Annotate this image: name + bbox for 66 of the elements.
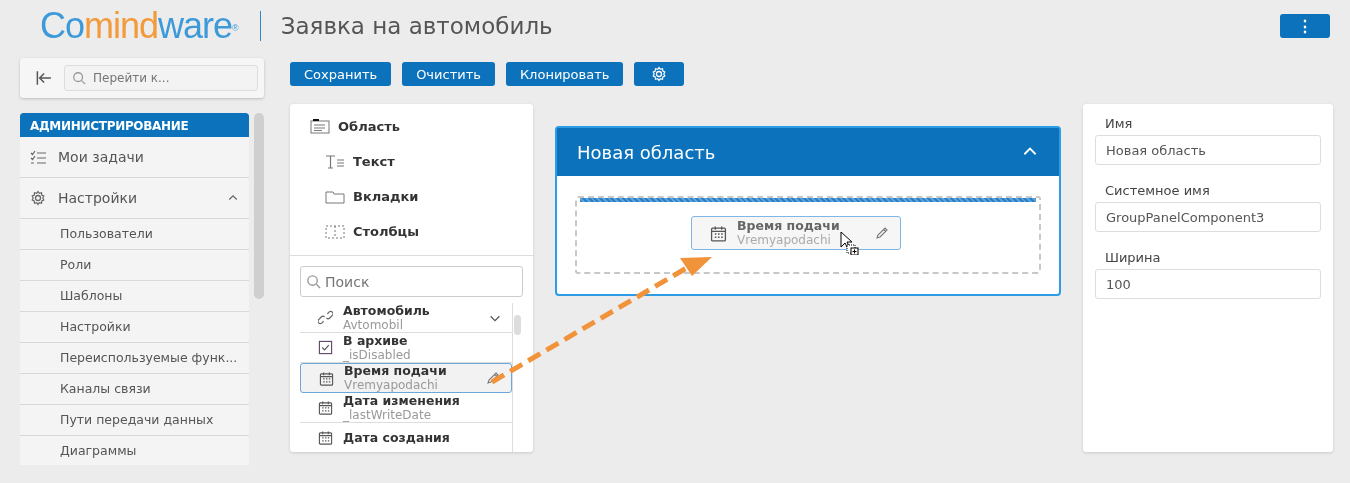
link-icon [318, 310, 333, 325]
search-field[interactable]: Перейти к... [64, 65, 258, 91]
section-header: АДМИНИСТРИРОВАНИЕ [20, 113, 249, 137]
field-label: Системное имя [1105, 183, 1211, 198]
text-field[interactable]: GroupPanelComponent3 [1095, 202, 1321, 232]
attribute-system-name: _isDisabled [343, 347, 412, 362]
component-item[interactable]: Столбцы [310, 214, 533, 249]
nav-subitem[interactable]: Диаграммы [20, 436, 249, 465]
toolbar-button[interactable]: Сохранить [290, 62, 392, 86]
calendar-icon [318, 430, 333, 445]
pencil-icon [485, 370, 501, 386]
attribute-system-name: _lastWriteDate [343, 407, 432, 422]
toolbar-button[interactable]: Клонировать [505, 62, 624, 86]
nav-subitem[interactable]: Настройки [20, 312, 249, 343]
settings-icon [651, 66, 668, 82]
nav-label: Настройки [58, 190, 139, 206]
nav-subitem[interactable]: Шаблоны [20, 281, 249, 312]
attribute-item[interactable]: Дата изменения _lastWriteDate [300, 393, 512, 423]
component-item[interactable]: Область [310, 109, 533, 144]
field-label: Имя [1105, 116, 1134, 131]
field-system-name: Vremyapodachi [737, 233, 832, 248]
panel-header[interactable]: Новая область [557, 128, 1059, 176]
collapse-icon [34, 69, 52, 87]
field-name: Время подачи [737, 218, 840, 233]
text-icon [325, 152, 345, 171]
panel-icon [310, 117, 330, 136]
attribute-name: В архиве [343, 333, 409, 348]
nav-subitem[interactable]: Пути передачи данных [20, 405, 249, 436]
attribute-name: Дата изменения [343, 393, 461, 408]
attribute-item[interactable]: Автомобиль Avtomobil [300, 303, 512, 333]
nav-subitem[interactable]: Пользователи [20, 219, 249, 250]
attribute-name: Дата создания [343, 430, 451, 445]
nav-item[interactable]: Мои задачи [20, 137, 249, 178]
nav-item[interactable]: Настройки [20, 178, 249, 219]
nav-subitem[interactable]: Каналы связи [20, 374, 249, 405]
page-title: Заявка на автомобиль [280, 13, 553, 39]
attribute-system-name: Vremyapodachi [344, 378, 439, 392]
calendar-icon [318, 400, 333, 415]
field-label: Ширина [1105, 250, 1162, 265]
panel-title: Новая область [577, 141, 717, 163]
attribute-name: Автомобиль [343, 303, 431, 318]
text-field[interactable]: Новая область [1095, 135, 1321, 165]
search-icon [306, 274, 321, 289]
attribute-system-name: Avtomobil [343, 317, 404, 332]
attribute-name: Время подачи [344, 364, 448, 378]
toolbar-button[interactable]: Очистить [402, 62, 495, 86]
component-item[interactable]: Вкладки [310, 179, 533, 214]
calendar-icon [710, 224, 727, 242]
checkbox-icon [318, 340, 333, 355]
calendar-icon [319, 370, 334, 386]
checklist-icon [30, 149, 46, 165]
component-item[interactable]: Текст [310, 144, 533, 179]
pencil-icon [874, 225, 890, 241]
attribute-item[interactable]: Дата создания [300, 423, 512, 452]
settings-button[interactable] [634, 62, 685, 86]
text-field[interactable]: 100 [1095, 269, 1321, 299]
search-icon [72, 71, 86, 85]
attribute-item[interactable]: Время подачи Vremyapodachi [300, 363, 512, 393]
nav-subitem[interactable]: Роли [20, 250, 249, 281]
logo: Comindware$^{®}$ [40, 6, 238, 46]
columns-icon [325, 222, 345, 241]
nav-label: Мои задачи [58, 149, 145, 165]
nav-subitem[interactable]: Переиспользуемые функ... [20, 343, 249, 374]
menu-button[interactable]: ⋮ [1280, 14, 1330, 38]
gear-icon [30, 190, 46, 206]
search-field[interactable]: Поиск [300, 266, 523, 297]
